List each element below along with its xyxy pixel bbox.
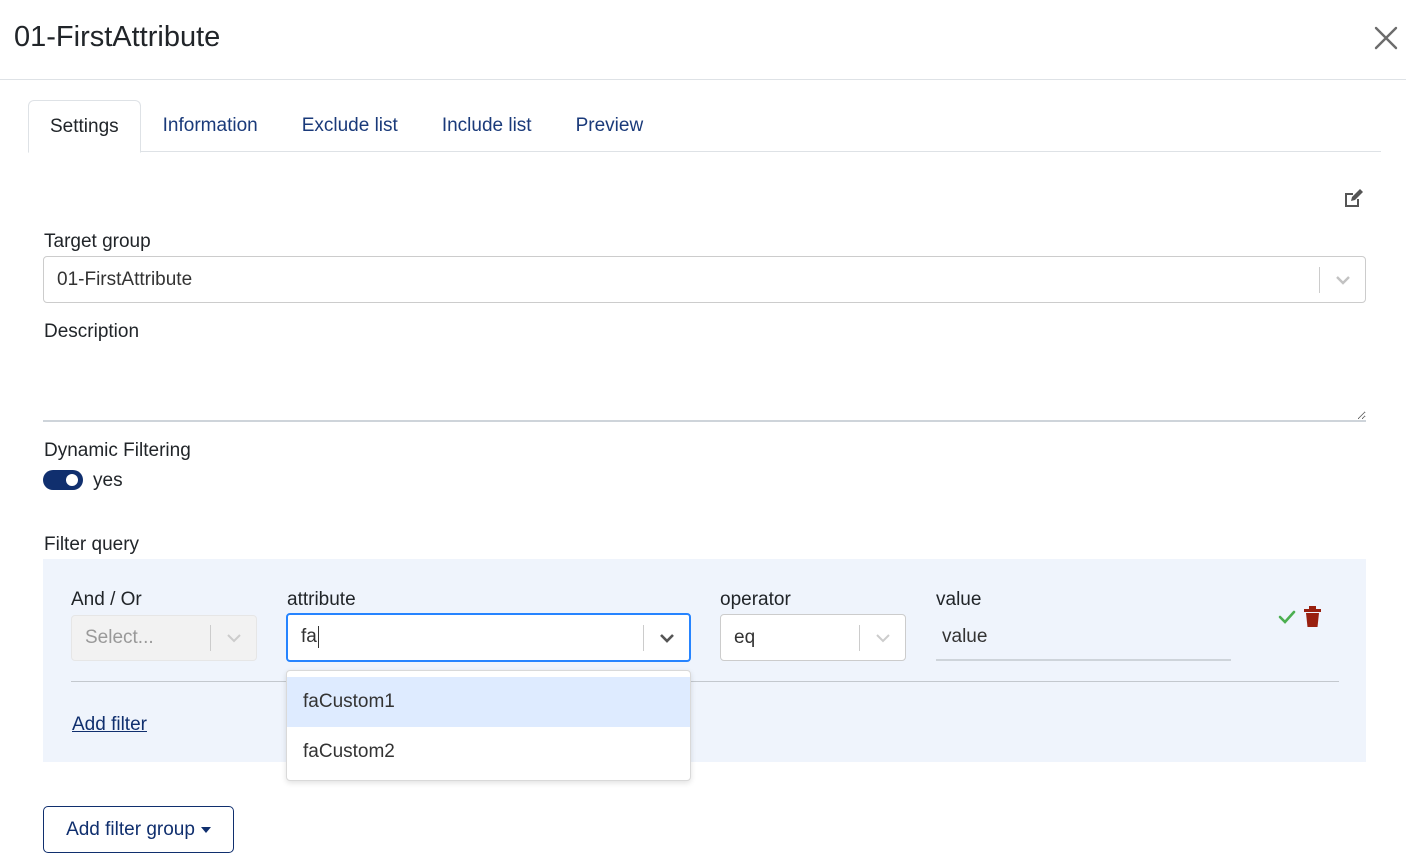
modal-header: 01-FirstAttribute xyxy=(0,0,1406,80)
close-button[interactable] xyxy=(1372,24,1400,52)
dynamic-filtering-toggle[interactable] xyxy=(43,470,83,490)
target-group-label: Target group xyxy=(44,231,151,252)
toggle-state-label: yes xyxy=(93,470,123,491)
tab-information[interactable]: Information xyxy=(141,100,280,152)
filter-divider xyxy=(71,681,1339,682)
add-filter-link[interactable]: Add filter xyxy=(72,714,147,736)
add-filter-group-label: Add filter group xyxy=(66,818,195,840)
and-or-label: And / Or xyxy=(71,589,142,610)
and-or-select[interactable]: Select... xyxy=(71,615,257,661)
tab-settings[interactable]: Settings xyxy=(28,100,141,153)
operator-label: operator xyxy=(720,589,791,610)
chevron-down-icon[interactable] xyxy=(860,633,905,643)
value-label: value xyxy=(936,589,982,610)
dynamic-filtering-label: Dynamic Filtering xyxy=(44,440,191,461)
dropdown-option-facustom2[interactable]: faCustom2 xyxy=(287,727,690,777)
chevron-down-icon[interactable] xyxy=(211,633,256,643)
chevron-down-icon[interactable] xyxy=(644,633,689,643)
filter-query-label: Filter query xyxy=(44,534,140,555)
target-group-value: 01-FirstAttribute xyxy=(57,268,193,290)
tab-exclude-list[interactable]: Exclude list xyxy=(280,100,420,152)
tab-bar: Settings Information Exclude list Includ… xyxy=(28,100,1381,153)
attribute-dropdown-menu: faCustom1 faCustom2 xyxy=(286,670,691,781)
target-group-select[interactable]: 01-FirstAttribute xyxy=(43,256,1366,303)
modal-title: 01-FirstAttribute xyxy=(14,21,221,53)
trash-icon[interactable] xyxy=(1303,606,1322,628)
dropdown-option-facustom1[interactable]: faCustom1 xyxy=(287,677,690,727)
edit-icon[interactable] xyxy=(1342,188,1364,210)
attribute-select[interactable]: fa xyxy=(286,613,691,662)
close-icon xyxy=(1374,26,1398,50)
and-or-placeholder: Select... xyxy=(85,627,154,648)
tab-preview[interactable]: Preview xyxy=(554,100,666,152)
attribute-input-text: fa xyxy=(301,626,317,648)
caret-down-icon xyxy=(200,826,211,833)
description-label: Description xyxy=(44,321,140,342)
chevron-down-icon[interactable] xyxy=(1320,275,1365,285)
operator-select[interactable]: eq xyxy=(720,614,906,661)
text-cursor xyxy=(317,626,319,649)
tab-include-list[interactable]: Include list xyxy=(420,100,554,152)
add-filter-group-button[interactable]: Add filter group xyxy=(43,806,234,853)
attribute-input[interactable]: fa xyxy=(288,626,643,649)
toggle-knob xyxy=(66,474,78,486)
check-icon[interactable] xyxy=(1278,609,1296,625)
value-input[interactable] xyxy=(936,614,1231,661)
operator-value: eq xyxy=(734,626,756,648)
attribute-label: attribute xyxy=(287,589,356,610)
description-textarea[interactable] xyxy=(43,352,1366,422)
